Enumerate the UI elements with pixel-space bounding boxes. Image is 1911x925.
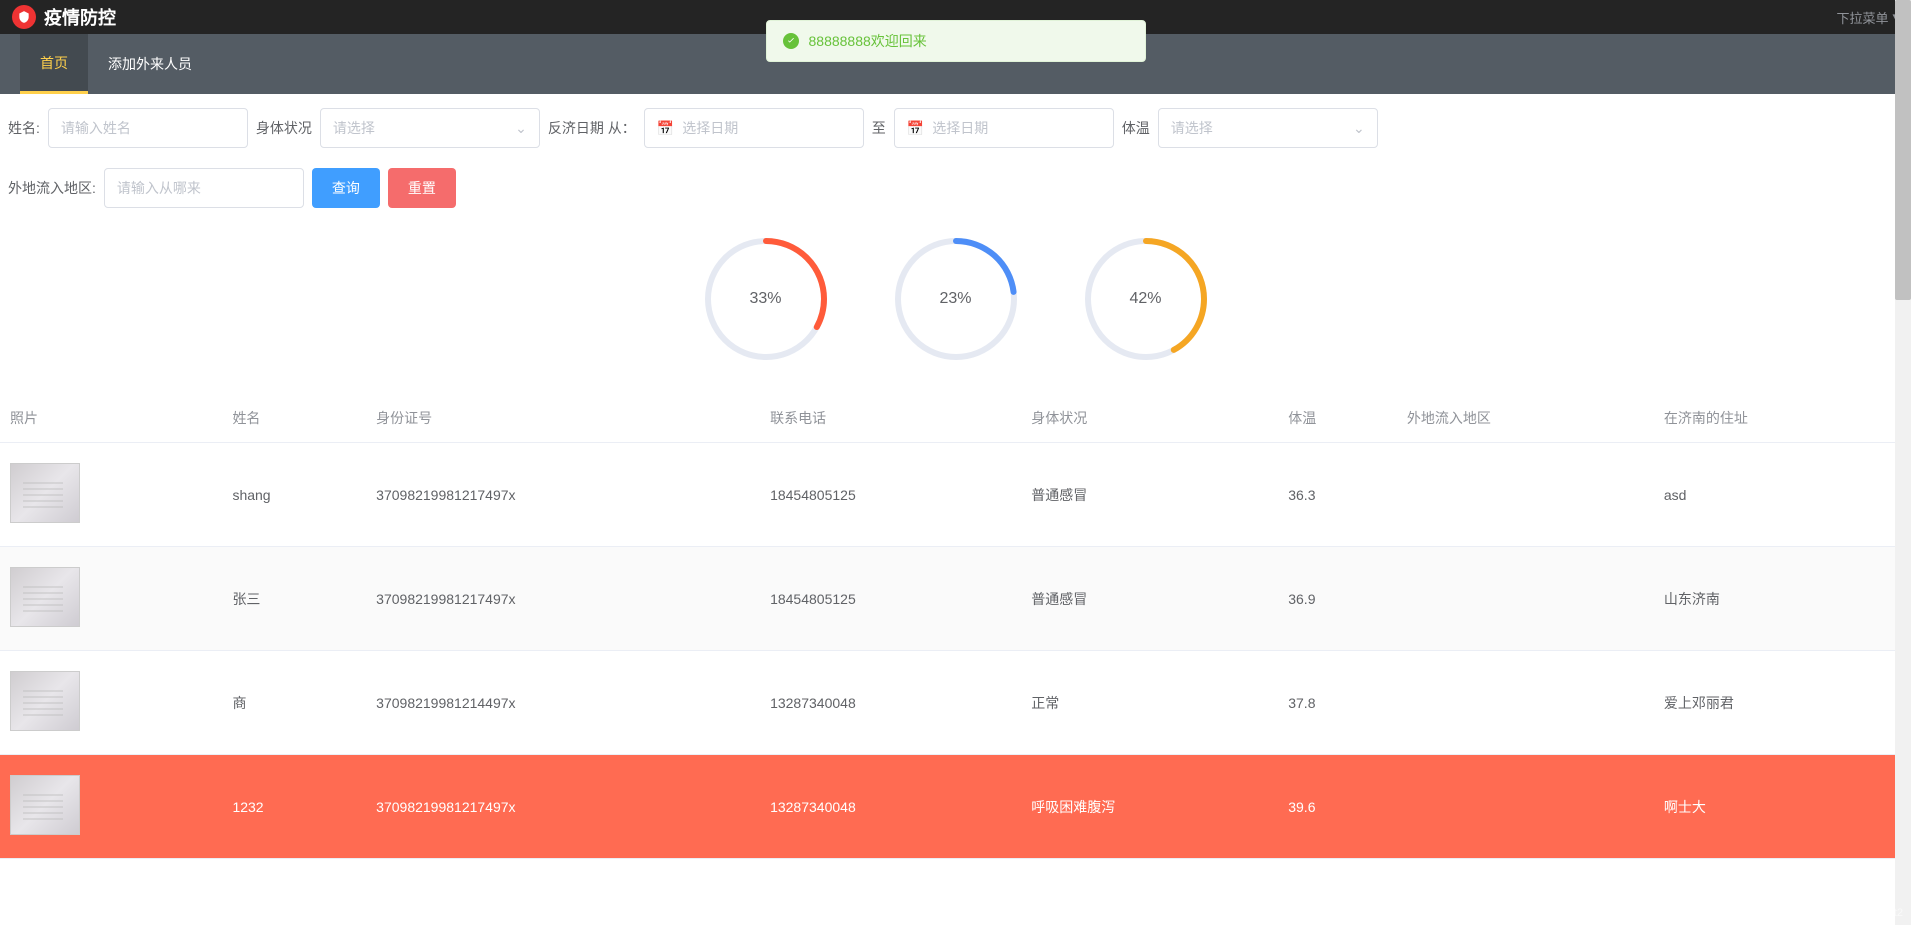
- gauge: 33%: [701, 234, 831, 364]
- cell-photo: [0, 443, 222, 547]
- cell-phone: 18454805125: [760, 443, 1021, 547]
- gauge: 23%: [891, 234, 1021, 364]
- cell-photo: [0, 547, 222, 651]
- gauge-label: 33%: [701, 234, 831, 364]
- cell-body-status: 正常: [1021, 651, 1278, 755]
- toast-message: 88888888欢迎回来: [809, 31, 927, 51]
- cell-temperature: 37.8: [1278, 651, 1397, 755]
- date-placeholder: 选择日期: [682, 118, 738, 138]
- date-from-input[interactable]: 📅 选择日期: [644, 108, 864, 148]
- success-icon: [783, 33, 799, 49]
- body-status-label: 身体状况: [256, 118, 312, 138]
- dropdown-menu[interactable]: 下拉菜单 ▾: [1836, 8, 1899, 27]
- date-to-label: 至: [872, 118, 886, 138]
- date-from-label: 反济日期 从：: [548, 118, 636, 138]
- cell-phone: 18454805125: [760, 547, 1021, 651]
- calendar-icon: 📅: [657, 120, 674, 137]
- th-id: 身份证号: [366, 394, 760, 443]
- cell-id: 37098219981217497x: [366, 547, 760, 651]
- cell-address: 爱上邓丽君: [1654, 651, 1911, 755]
- gauge-row: 33% 23% 42%: [0, 214, 1911, 394]
- photo-thumb: [10, 671, 80, 731]
- temperature-label: 体温: [1122, 118, 1150, 138]
- select-placeholder: 请选择: [333, 118, 375, 138]
- cell-name: shang: [222, 443, 366, 547]
- region-label: 外地流入地区:: [8, 178, 96, 198]
- cell-body-status: 普通感冒: [1021, 547, 1278, 651]
- cell-address: 山东济南: [1654, 547, 1911, 651]
- app-title: 疫情防控: [44, 4, 116, 30]
- cell-phone: 13287340048: [760, 755, 1021, 859]
- th-region: 外地流入地区: [1397, 394, 1654, 443]
- date-placeholder: 选择日期: [932, 118, 988, 138]
- table-row[interactable]: 1232 37098219981217497x 13287340048 呼吸困难…: [0, 755, 1911, 859]
- logo: 疫情防控: [12, 4, 116, 30]
- table-row[interactable]: shang 37098219981217497x 18454805125 普通感…: [0, 443, 1911, 547]
- cell-photo: [0, 755, 222, 859]
- name-input[interactable]: [48, 108, 248, 148]
- gauge: 42%: [1081, 234, 1211, 364]
- gauge-label: 23%: [891, 234, 1021, 364]
- dropdown-label: 下拉菜单: [1836, 8, 1888, 27]
- cell-name: 张三: [222, 547, 366, 651]
- cell-address: 啊士大: [1654, 755, 1911, 859]
- filter-bar-2: 外地流入地区: 查询 重置: [0, 154, 1911, 214]
- name-label: 姓名:: [8, 118, 40, 138]
- photo-thumb: [10, 567, 80, 627]
- cell-name: 1232: [222, 755, 366, 859]
- cell-address: asd: [1654, 443, 1911, 547]
- th-photo: 照片: [0, 394, 222, 443]
- cell-body-status: 普通感冒: [1021, 443, 1278, 547]
- calendar-icon: 📅: [907, 120, 924, 137]
- watermark: https://blog.csdn.net/t_t2: [1783, 907, 1903, 919]
- th-phone: 联系电话: [760, 394, 1021, 443]
- gauge-label: 42%: [1081, 234, 1211, 364]
- query-button[interactable]: 查询: [312, 168, 380, 208]
- table-header-row: 照片 姓名 身份证号 联系电话 身体状况 体温 外地流入地区 在济南的住址: [0, 394, 1911, 443]
- scrollbar[interactable]: [1895, 0, 1911, 925]
- th-body-status: 身体状况: [1021, 394, 1278, 443]
- chevron-down-icon: ⌄: [1353, 120, 1365, 137]
- cell-body-status: 呼吸困难腹泻: [1021, 755, 1278, 859]
- data-table: 照片 姓名 身份证号 联系电话 身体状况 体温 外地流入地区 在济南的住址 sh…: [0, 394, 1911, 859]
- temperature-select[interactable]: 请选择 ⌄: [1158, 108, 1378, 148]
- logo-icon: [12, 5, 36, 29]
- cell-region: [1397, 443, 1654, 547]
- photo-thumb: [10, 463, 80, 523]
- cell-temperature: 36.3: [1278, 443, 1397, 547]
- chevron-down-icon: ⌄: [515, 120, 527, 137]
- cell-region: [1397, 651, 1654, 755]
- cell-phone: 13287340048: [760, 651, 1021, 755]
- scrollbar-thumb[interactable]: [1895, 0, 1911, 300]
- table-body: shang 37098219981217497x 18454805125 普通感…: [0, 443, 1911, 859]
- cell-temperature: 39.6: [1278, 755, 1397, 859]
- table-row[interactable]: 商 37098219981214497x 13287340048 正常 37.8…: [0, 651, 1911, 755]
- nav-home[interactable]: 首页: [20, 34, 88, 94]
- th-address: 在济南的住址: [1654, 394, 1911, 443]
- cell-id: 37098219981217497x: [366, 755, 760, 859]
- cell-id: 37098219981214497x: [366, 651, 760, 755]
- cell-id: 37098219981217497x: [366, 443, 760, 547]
- table-row[interactable]: 张三 37098219981217497x 18454805125 普通感冒 3…: [0, 547, 1911, 651]
- date-to-input[interactable]: 📅 选择日期: [894, 108, 1114, 148]
- cell-region: [1397, 755, 1654, 859]
- cell-region: [1397, 547, 1654, 651]
- cell-name: 商: [222, 651, 366, 755]
- body-status-select[interactable]: 请选择 ⌄: [320, 108, 540, 148]
- toast: 88888888欢迎回来: [766, 20, 1146, 62]
- reset-button[interactable]: 重置: [388, 168, 456, 208]
- cell-photo: [0, 651, 222, 755]
- filter-bar: 姓名: 身体状况 请选择 ⌄ 反济日期 从： 📅 选择日期 至 📅 选择日期 体…: [0, 94, 1911, 154]
- th-temperature: 体温: [1278, 394, 1397, 443]
- th-name: 姓名: [222, 394, 366, 443]
- cell-temperature: 36.9: [1278, 547, 1397, 651]
- photo-thumb: [10, 775, 80, 835]
- select-placeholder: 请选择: [1171, 118, 1213, 138]
- nav-add-person[interactable]: 添加外来人员: [88, 34, 212, 94]
- region-input[interactable]: [104, 168, 304, 208]
